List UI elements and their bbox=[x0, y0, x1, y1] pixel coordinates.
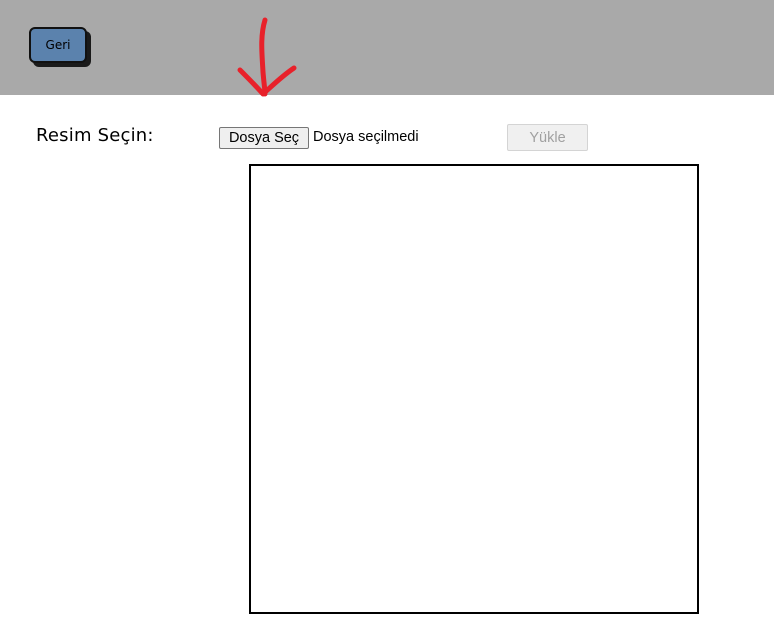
choose-file-button[interactable]: Dosya Seç bbox=[219, 127, 309, 149]
upload-button[interactable]: Yükle bbox=[507, 124, 588, 151]
back-button[interactable]: Geri bbox=[29, 27, 87, 63]
select-image-label: Resim Seçin: bbox=[36, 125, 154, 146]
file-status-text: Dosya seçilmedi bbox=[313, 129, 419, 145]
image-preview-box bbox=[249, 164, 699, 614]
red-down-arrow-icon bbox=[237, 17, 297, 97]
top-header-bar: Geri bbox=[0, 0, 774, 95]
